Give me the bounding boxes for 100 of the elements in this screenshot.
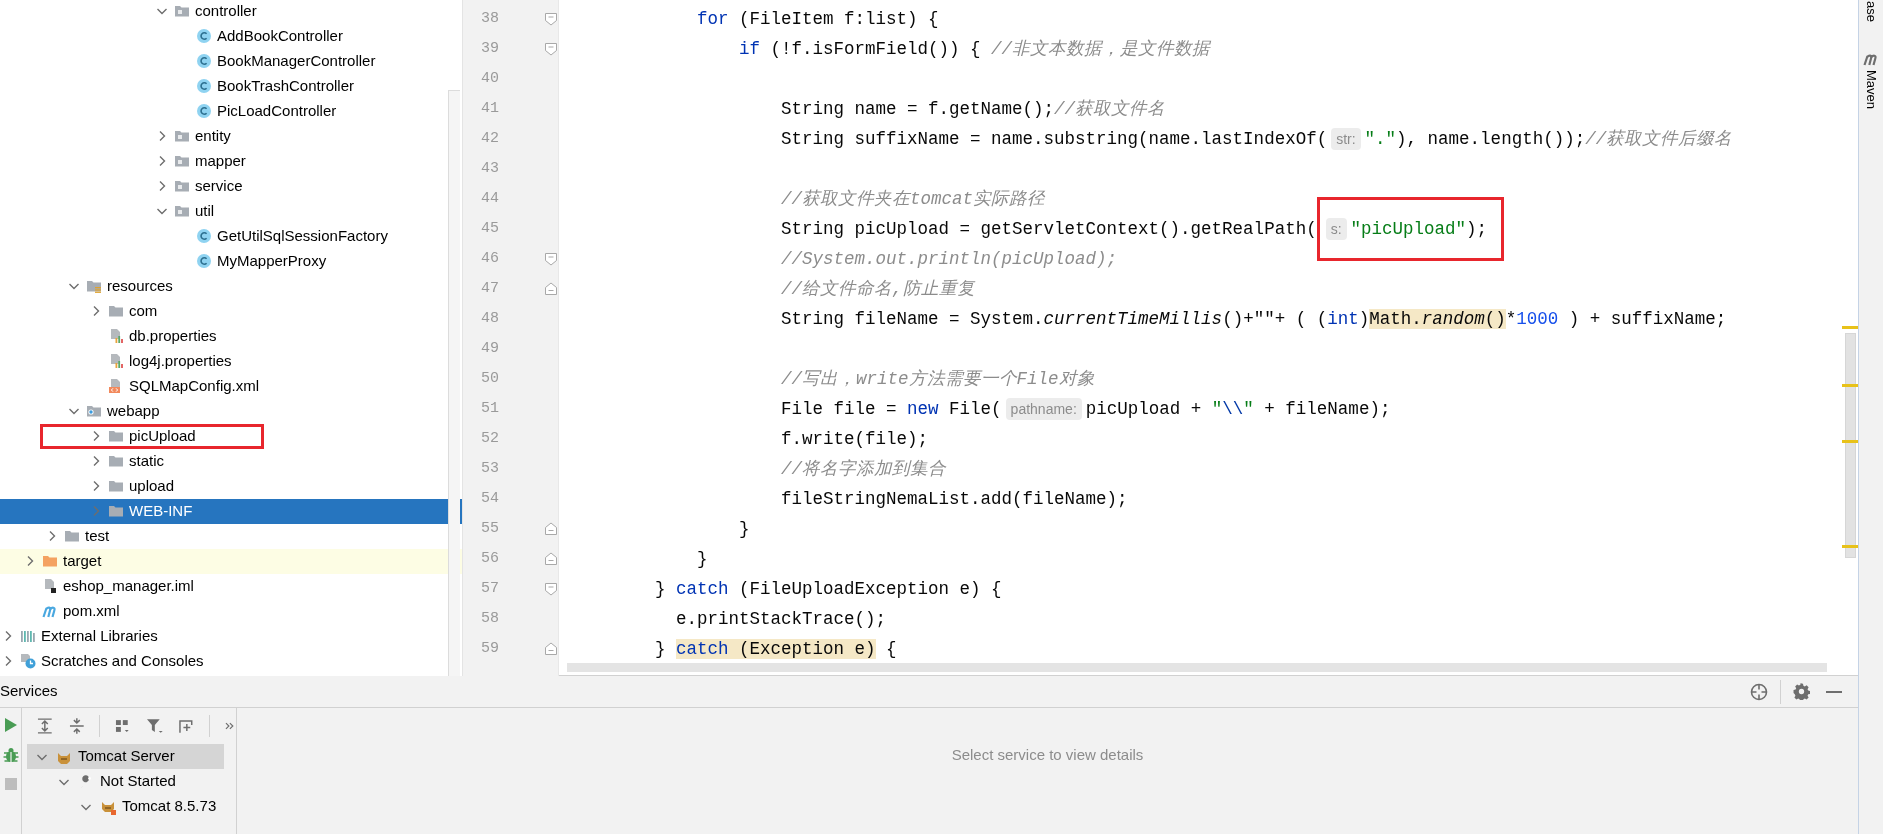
inlay-hint: s: xyxy=(1325,218,1347,240)
settings-icon[interactable] xyxy=(1793,683,1810,700)
tree-item[interactable]: resources xyxy=(0,273,462,299)
line-number: 59 xyxy=(480,638,499,659)
package-folder-icon xyxy=(174,178,190,194)
code-text: } xyxy=(697,547,708,571)
panel-title: Services xyxy=(0,681,58,702)
folder-icon xyxy=(108,453,124,469)
line-number: 53 xyxy=(480,458,499,479)
tree-item[interactable]: pom.xml xyxy=(0,598,462,624)
package-folder-icon xyxy=(174,203,190,219)
tree-item[interactable]: upload xyxy=(0,473,462,499)
library-icon xyxy=(20,628,36,644)
fold-marker-icon[interactable] xyxy=(543,251,559,267)
class-icon xyxy=(196,103,212,119)
class-icon xyxy=(196,28,212,44)
code-text: "."), name.length());//获取文件后缀名 xyxy=(1364,127,1733,151)
line-number: 41 xyxy=(480,98,499,119)
code-text: File file = new File( xyxy=(781,397,1002,421)
fold-marker-icon[interactable] xyxy=(543,581,559,597)
filter-icon[interactable] xyxy=(145,717,164,735)
folder-icon xyxy=(64,528,80,544)
empty-message: Select service to view details xyxy=(951,745,1144,764)
line-number: 43 xyxy=(480,158,499,179)
line-number: 58 xyxy=(480,608,499,629)
tree-item[interactable]: MyMapperProxy xyxy=(0,248,462,274)
fold-marker-icon[interactable] xyxy=(543,521,559,537)
tree-item[interactable]: entity xyxy=(0,123,462,149)
run-icon[interactable] xyxy=(3,717,18,733)
code-text: String fileName = System.currentTimeMillis()+""+ ( (int)Math.random()*1000 ) + suffixName; xyxy=(781,307,1727,331)
tree-item[interactable]: com xyxy=(0,298,462,324)
tree-item[interactable]: Scratches and Consoles xyxy=(0,648,462,674)
code-text: } catch (FileUploadException e) { xyxy=(655,577,1002,601)
inlay-hint: pathname: xyxy=(1005,398,1082,420)
tree-item[interactable]: db.properties xyxy=(0,323,462,349)
tree-item[interactable]: Tomcat 8.5.73 xyxy=(27,794,224,819)
fold-marker-icon[interactable] xyxy=(543,281,559,297)
tool-window-tab[interactable]: ase xyxy=(1863,1,1879,22)
fold-marker-icon[interactable] xyxy=(543,41,559,57)
line-number: 42 xyxy=(480,128,499,149)
line-number: 54 xyxy=(480,488,499,509)
fold-marker-icon[interactable] xyxy=(543,551,559,567)
tree-item[interactable]: log4j.properties xyxy=(0,348,462,374)
folder-icon xyxy=(108,428,124,444)
class-icon xyxy=(196,253,212,269)
tree-item[interactable]: controller xyxy=(0,0,462,24)
code-text: String picUpload = getServletContext().getRealPath( xyxy=(781,217,1317,241)
line-number: 51 xyxy=(480,398,499,419)
crosshair-icon[interactable] xyxy=(1750,682,1768,701)
line-number: 40 xyxy=(480,68,499,89)
tree-item[interactable]: WEB-INF xyxy=(0,498,462,524)
expand-all-icon[interactable] xyxy=(36,717,54,735)
tree-item[interactable]: PicLoadController xyxy=(0,98,462,124)
class-icon xyxy=(196,228,212,244)
line-number: 47 xyxy=(480,278,499,299)
tree-item[interactable]: GetUtilSqlSessionFactory xyxy=(0,223,462,249)
tool-window-tab[interactable]: Maven xyxy=(1863,69,1879,109)
tree-item[interactable]: BookManagerController xyxy=(0,48,462,74)
fold-marker-icon[interactable] xyxy=(543,11,559,27)
scratch-icon xyxy=(20,653,36,669)
line-number: 39 xyxy=(480,38,499,59)
code-text: } xyxy=(739,517,750,541)
more-icon[interactable] xyxy=(224,720,236,732)
code-text: //写出，write方法需要一个File对象 xyxy=(781,367,1095,391)
code-text: //给文件命名,防止重复 xyxy=(781,277,975,301)
folder-icon xyxy=(108,503,124,519)
tree-item[interactable]: Not Started xyxy=(27,769,224,794)
tree-item[interactable]: util xyxy=(0,198,462,224)
tree-item[interactable]: service xyxy=(0,173,462,199)
tree-item[interactable]: AddBookController xyxy=(0,23,462,49)
code-text: String suffixName = name.substring(name.lastIndexOf( xyxy=(781,127,1328,151)
class-icon xyxy=(196,78,212,94)
tree-item[interactable]: Tomcat Server xyxy=(27,744,224,769)
scrollbar-thumb[interactable] xyxy=(1845,333,1856,558)
tree-item[interactable]: webapp xyxy=(0,398,462,424)
code-text: e.printStackTrace(); xyxy=(676,607,887,631)
tree-item[interactable]: External Libraries xyxy=(0,623,462,649)
tree-item[interactable]: eshop_manager.iml xyxy=(0,573,462,599)
tree-item[interactable]: static xyxy=(0,448,462,474)
horizontal-scrollbar[interactable] xyxy=(567,663,1827,672)
line-number: 48 xyxy=(480,308,499,329)
folder-icon xyxy=(42,553,58,569)
collapse-all-icon[interactable] xyxy=(67,717,86,735)
code-text: picUpload + "\\" + fileName); xyxy=(1085,397,1391,421)
tree-item[interactable]: SQLMapConfig.xml xyxy=(0,373,462,399)
tree-item[interactable]: test xyxy=(0,523,462,549)
package-folder-icon xyxy=(174,153,190,169)
bug-icon[interactable] xyxy=(2,747,19,763)
properties-file-icon xyxy=(108,328,124,344)
line-number: 57 xyxy=(480,578,499,599)
line-number: 38 xyxy=(480,8,499,29)
fold-marker-icon[interactable] xyxy=(543,641,559,657)
tree-item[interactable]: target xyxy=(0,548,462,574)
tree-item[interactable]: BookTrashController xyxy=(0,73,462,99)
tree-item[interactable]: mapper xyxy=(0,148,462,174)
code-text: //获取文件夹在tomcat实际路径 xyxy=(781,187,1046,211)
code-text: for (FileItem f:list) { xyxy=(697,7,939,31)
tree-item[interactable]: picUpload xyxy=(0,423,462,449)
properties-file-icon xyxy=(108,353,124,369)
line-number: 52 xyxy=(480,428,499,449)
